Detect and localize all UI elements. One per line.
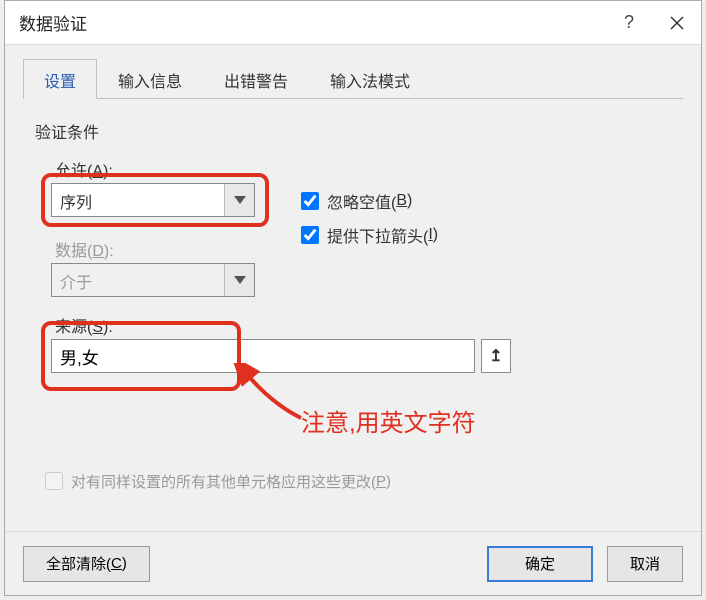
- source-field: ↥: [51, 339, 511, 373]
- apply-to-others-input: [45, 472, 63, 490]
- allow-dropdown[interactable]: 序列: [51, 183, 255, 217]
- tab-bar: 设置 输入信息 出错警告 输入法模式: [23, 59, 683, 99]
- titlebar: 数据验证 ?: [5, 1, 701, 45]
- criteria-label: 验证条件: [35, 119, 99, 143]
- data-value: 介于: [52, 264, 224, 296]
- cancel-button[interactable]: 取消: [607, 546, 683, 582]
- in-cell-dropdown-input[interactable]: [301, 226, 319, 244]
- dialog-title: 数据验证: [19, 10, 605, 35]
- help-button[interactable]: ?: [605, 1, 653, 45]
- source-input[interactable]: [51, 339, 475, 373]
- collapse-dialog-icon: ↥: [489, 346, 502, 366]
- ignore-blank-checkbox[interactable]: 忽略空值(B): [297, 189, 412, 213]
- close-icon: [670, 16, 684, 30]
- dialog-footer: 全部清除(C) 确定 取消: [5, 531, 701, 595]
- data-validation-dialog: 数据验证 ? 设置 输入信息 出错警告 输入法模式 验证条件 允许(A): 序列: [4, 0, 702, 596]
- range-picker-button[interactable]: ↥: [481, 339, 511, 373]
- apply-to-others-checkbox: 对有同样设置的所有其他单元格应用这些更改(P): [41, 469, 391, 493]
- tab-ime-mode[interactable]: 输入法模式: [309, 59, 431, 99]
- ignore-blank-input[interactable]: [301, 192, 319, 210]
- close-button[interactable]: [653, 1, 701, 45]
- allow-value: 序列: [52, 184, 224, 216]
- clear-all-button[interactable]: 全部清除(C): [23, 546, 150, 582]
- allow-label: 允许(A):: [55, 157, 113, 181]
- tab-error-alert[interactable]: 出错警告: [203, 59, 309, 99]
- ok-button[interactable]: 确定: [487, 546, 593, 582]
- data-dropdown: 介于: [51, 263, 255, 297]
- source-label: 来源(S):: [55, 313, 113, 337]
- tab-input-message[interactable]: 输入信息: [97, 59, 203, 99]
- in-cell-dropdown-checkbox[interactable]: 提供下拉箭头(I): [297, 223, 438, 247]
- chevron-down-icon: [224, 184, 254, 216]
- data-label: 数据(D):: [55, 237, 114, 261]
- dialog-body: 设置 输入信息 出错警告 输入法模式 验证条件 允许(A): 序列 忽略空值(B…: [5, 45, 701, 531]
- annotation-text: 注意,用英文字符: [301, 403, 476, 438]
- tab-settings[interactable]: 设置: [23, 59, 97, 99]
- chevron-down-icon: [224, 264, 254, 296]
